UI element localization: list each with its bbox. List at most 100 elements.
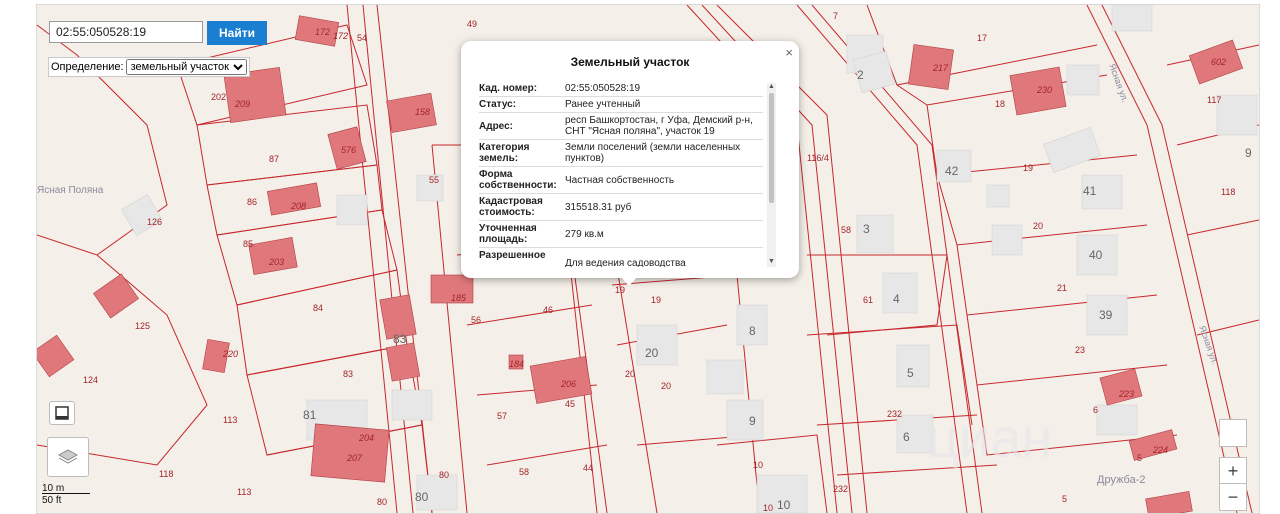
svg-text:86: 86 [247, 197, 257, 207]
svg-text:6: 6 [1093, 405, 1098, 415]
popup-properties-table: Кад. номер: 02:55:050528:19 Статус: Ранее … [479, 81, 763, 267]
svg-text:81: 81 [303, 408, 317, 422]
svg-text:19: 19 [651, 295, 661, 305]
property-row-cadastral-value: Кадастровая стоимость: 315518.31 руб [479, 194, 763, 221]
definition-select[interactable]: земельный участок [125, 59, 247, 75]
svg-text:118: 118 [1221, 187, 1235, 197]
svg-text:116/4: 116/4 [807, 153, 829, 163]
svg-text:207: 207 [346, 453, 363, 463]
svg-text:6: 6 [903, 430, 910, 444]
svg-text:83: 83 [393, 332, 407, 346]
property-key: Кад. номер: [479, 83, 538, 94]
svg-text:41: 41 [1083, 184, 1097, 198]
zoom-in-button[interactable]: + [1219, 457, 1247, 485]
place-druzhba: Дружба-2 [1097, 474, 1146, 486]
svg-text:58: 58 [519, 467, 529, 477]
svg-text:118: 118 [159, 469, 173, 479]
svg-text:2: 2 [857, 68, 864, 82]
svg-text:4: 4 [893, 292, 900, 306]
svg-text:58: 58 [841, 225, 851, 235]
svg-text:40: 40 [1089, 248, 1103, 262]
svg-text:45: 45 [565, 399, 575, 409]
svg-text:83: 83 [343, 369, 353, 379]
property-row-cadastral-number: Кад. номер: 02:55:050528:19 [479, 81, 763, 97]
layers-button[interactable] [47, 437, 89, 477]
scroll-thumb[interactable] [769, 93, 774, 203]
svg-text:46: 46 [543, 305, 553, 315]
property-value: Ранее учтенный [565, 99, 641, 110]
property-value: Для ведения садоводства [565, 258, 686, 267]
search-box: Найти [49, 21, 267, 45]
fullscreen-button[interactable] [49, 401, 75, 425]
svg-text:55: 55 [429, 175, 439, 185]
property-value: 279 кв.м [565, 228, 604, 240]
svg-text:209: 209 [234, 99, 250, 109]
svg-text:172: 172 [333, 31, 348, 41]
svg-text:57: 57 [497, 411, 507, 421]
svg-text:56: 56 [471, 315, 481, 325]
map-control-blank[interactable] [1219, 419, 1247, 447]
svg-text:125: 125 [135, 321, 150, 331]
svg-text:232: 232 [887, 409, 902, 419]
svg-text:184: 184 [509, 359, 524, 369]
svg-text:230: 230 [1036, 85, 1052, 95]
svg-text:117: 117 [1207, 95, 1221, 105]
svg-text:19: 19 [1023, 163, 1033, 173]
svg-text:3: 3 [863, 222, 870, 236]
svg-text:8: 8 [749, 324, 756, 338]
svg-text:49: 49 [467, 19, 477, 29]
property-row-ownership: Форма собственности: Частная собственност… [479, 167, 763, 194]
svg-text:20: 20 [661, 381, 671, 391]
svg-text:23: 23 [1075, 345, 1085, 355]
svg-text:39: 39 [1099, 308, 1113, 322]
property-value: 315518.31 руб [565, 201, 632, 213]
property-key: Форма собственности: [479, 169, 557, 191]
street-yasnaya-1: Ясная ул. [1107, 62, 1130, 103]
svg-text:5: 5 [907, 366, 914, 380]
search-button[interactable]: Найти [207, 21, 267, 45]
svg-text:158: 158 [415, 107, 430, 117]
svg-text:54: 54 [357, 33, 367, 43]
map-frame[interactable]: 49 54 172 172 202 209 158 87 576 55 86 2… [36, 4, 1260, 514]
property-value: респ Башкортостан, г Уфа, Демский р-н, С… [565, 115, 753, 137]
svg-text:185: 185 [451, 293, 467, 303]
property-row-land-category: Категория земель: Земли поселений (земли … [479, 140, 763, 167]
property-row-status: Статус: Ранее учтенный [479, 97, 763, 113]
scroll-down-icon[interactable]: ▼ [767, 258, 776, 267]
svg-text:113: 113 [223, 415, 237, 425]
svg-text:206: 206 [560, 379, 576, 389]
property-key: Кадастровая стоимость: [479, 196, 543, 218]
property-row-permitted-use: Разрешенное Для ведения садоводства [479, 248, 763, 267]
svg-text:80: 80 [377, 497, 387, 507]
svg-text:9: 9 [1245, 146, 1252, 160]
svg-text:113: 113 [237, 487, 251, 497]
scale-imperial: 50 ft [42, 495, 62, 506]
parcel-info-popup: × Земельный участок Кад. номер: 02:55:050… [461, 41, 799, 286]
property-key: Статус: [479, 99, 517, 110]
property-value: Частная собственность [565, 174, 675, 186]
svg-text:44: 44 [583, 463, 593, 473]
property-key: Разрешенное [479, 250, 546, 261]
watermark: циан [927, 406, 1052, 469]
zoom-out-button[interactable]: − [1219, 483, 1247, 511]
svg-text:202: 202 [211, 92, 226, 102]
frame-icon [55, 406, 69, 420]
svg-text:21: 21 [1057, 283, 1067, 293]
svg-text:84: 84 [313, 303, 323, 313]
popup-title: Земельный участок [570, 55, 690, 69]
cadastral-search-input[interactable] [49, 21, 203, 43]
svg-text:80: 80 [415, 490, 429, 504]
svg-text:172: 172 [315, 27, 330, 37]
svg-text:224: 224 [1152, 445, 1168, 455]
scroll-up-icon[interactable]: ▲ [767, 83, 776, 92]
svg-text:61: 61 [863, 295, 873, 305]
svg-text:203: 203 [268, 257, 284, 267]
svg-text:602: 602 [1211, 57, 1226, 67]
svg-text:19: 19 [615, 285, 625, 295]
popup-scrollbar[interactable]: ▲ ▼ [767, 83, 776, 267]
svg-text:126: 126 [147, 217, 162, 227]
svg-text:7: 7 [833, 11, 838, 21]
svg-text:124: 124 [83, 375, 98, 385]
svg-text:576: 576 [341, 145, 356, 155]
svg-text:10: 10 [753, 460, 763, 470]
